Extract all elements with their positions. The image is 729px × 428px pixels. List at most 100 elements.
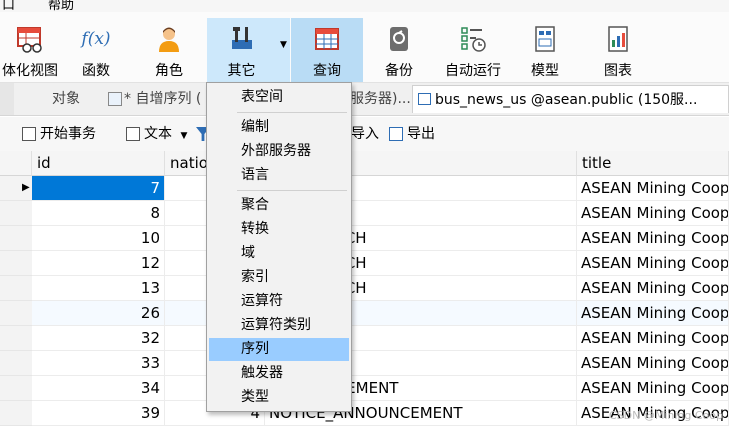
cell-title[interactable]: ASEAN Mining Coop — [577, 326, 729, 351]
row-selector[interactable]: ▶ — [0, 176, 32, 201]
menu-item[interactable]: 运算符类别 — [209, 314, 349, 337]
action-bar: 开始事务 文本 ▼ 导入 导出 — [0, 117, 729, 151]
begin-transaction-label: 开始事务 — [40, 126, 96, 142]
data-grid: id nation title ▶7WSASEAN Mining Coop8WS… — [0, 151, 729, 428]
table-icon — [418, 93, 431, 105]
toolbar-model-button[interactable]: 模型 — [517, 18, 573, 82]
chart-icon — [608, 26, 628, 52]
table-row[interactable]: 8WSASEAN Mining Coop — [0, 201, 729, 226]
menu-item[interactable]: 运算符 — [209, 290, 349, 313]
table-row[interactable]: 13E_RESEARCHASEAN Mining Coop — [0, 276, 729, 301]
document-icon — [126, 127, 140, 141]
tools-icon — [231, 27, 252, 49]
table-row[interactable]: 32WSASEAN Mining Coop — [0, 326, 729, 351]
menu-item[interactable]: 索引 — [209, 266, 349, 289]
tab-sequence[interactable]: * 自增序列 ( — [106, 85, 206, 113]
menu-item[interactable]: 聚合 — [209, 194, 349, 217]
toolbar-label: 体化视图 — [2, 63, 58, 79]
menu-item-help[interactable]: 帮助 — [48, 0, 74, 12]
row-selector[interactable] — [0, 226, 32, 251]
tab-scroll-handle[interactable] — [0, 83, 14, 115]
toolbar-label: 模型 — [531, 63, 559, 79]
tab-objects[interactable]: 对象 — [30, 85, 102, 113]
toolbar-query-button[interactable]: 查询 — [291, 18, 363, 82]
menu-item[interactable]: 序列 — [209, 338, 349, 361]
toolbar-label: 其它 — [227, 63, 256, 79]
cell-title[interactable]: ASEAN Mining Coop — [577, 251, 729, 276]
cell-title[interactable]: ASEAN Mining Coop — [577, 176, 729, 201]
table-row[interactable]: 12E_RESEARCHASEAN Mining Coop — [0, 251, 729, 276]
menu-item[interactable]: 转换 — [209, 218, 349, 241]
toolbar-label: 图表 — [604, 63, 632, 79]
row-selector[interactable] — [0, 301, 32, 326]
cell-id[interactable]: 12 — [32, 251, 165, 276]
transaction-icon — [22, 127, 36, 141]
menu-item-window[interactable]: 口 — [2, 0, 15, 12]
main-toolbar: 体化视图 f(x) 函数 角色 ▼ 其它 查询 备份 自动运行 模型 图表 — [0, 12, 729, 83]
model-icon — [535, 26, 555, 52]
chevron-down-icon: ▼ — [280, 40, 287, 50]
tab-table-label: bus_news_us @asean.public (150服... — [435, 92, 698, 108]
toolbar-materialized-view-button[interactable]: 体化视图 — [0, 18, 60, 82]
cell-id[interactable]: 26 — [32, 301, 165, 326]
cell-title[interactable]: ASEAN Mining Coop — [577, 276, 729, 301]
menu-item[interactable]: 外部服务器 — [209, 140, 349, 163]
menu-item[interactable]: 域 — [209, 242, 349, 265]
backup-icon — [390, 27, 408, 51]
table-row[interactable]: 34ANNOUNCEMENTASEAN Mining Coop — [0, 376, 729, 401]
row-selector[interactable] — [0, 401, 32, 426]
chevron-down-icon: ▼ — [180, 131, 188, 141]
cell-id[interactable]: 32 — [32, 326, 165, 351]
toolbar-automation-button[interactable]: 自动运行 — [437, 18, 509, 82]
cell-id[interactable]: 13 — [32, 276, 165, 301]
toolbar-backup-button[interactable]: 备份 — [370, 18, 428, 82]
import-button[interactable]: 导入 — [351, 117, 379, 151]
cell-id[interactable]: 7 — [32, 176, 165, 201]
export-icon — [389, 127, 403, 141]
current-row-arrow-icon: ▶ — [22, 182, 30, 193]
table-row[interactable]: 26WSASEAN Mining Coop — [0, 301, 729, 326]
column-header-id[interactable]: id — [32, 151, 165, 176]
toolbar-other-button[interactable]: ▼ 其它 — [207, 18, 290, 82]
menu-item[interactable]: 类型 — [209, 386, 349, 409]
menu-item[interactable]: 表空间 — [209, 86, 349, 109]
function-icon: f(x) — [81, 29, 111, 49]
tab-server[interactable]: 服务器)... — [350, 85, 410, 113]
toolbar-label: 自动运行 — [445, 63, 501, 79]
column-header-title[interactable]: title — [577, 151, 729, 176]
menu-separator — [237, 112, 347, 113]
row-selector[interactable] — [0, 326, 32, 351]
row-selector[interactable] — [0, 351, 32, 376]
cell-title[interactable]: ASEAN Mining Coop — [577, 301, 729, 326]
menu-item[interactable]: 编制 — [209, 116, 349, 139]
toolbar-label: 查询 — [313, 63, 341, 79]
cell-id[interactable]: 8 — [32, 201, 165, 226]
menu-item[interactable]: 触发器 — [209, 362, 349, 385]
cell-title[interactable]: ASEAN Mining Coop — [577, 351, 729, 376]
toolbar-function-button[interactable]: f(x) 函数 — [66, 18, 126, 82]
toolbar-chart-button[interactable]: 图表 — [590, 18, 646, 82]
toolbar-role-button[interactable]: 角色 — [140, 18, 198, 82]
tab-table-bus-news[interactable]: bus_news_us @asean.public (150服... — [412, 85, 729, 113]
cell-title[interactable]: ASEAN Mining Coop — [577, 226, 729, 251]
cell-title[interactable]: ASEAN Mining Coop — [577, 376, 729, 401]
row-selector[interactable] — [0, 201, 32, 226]
cell-title[interactable]: ASEAN Mining Coop — [577, 201, 729, 226]
cell-id[interactable]: 33 — [32, 351, 165, 376]
cell-id[interactable]: 34 — [32, 376, 165, 401]
row-selector[interactable] — [0, 276, 32, 301]
menu-item[interactable]: 语言 — [209, 164, 349, 187]
cell-id[interactable]: 10 — [32, 226, 165, 251]
table-row[interactable]: 10E_RESEARCHASEAN Mining Coop — [0, 226, 729, 251]
table-row[interactable]: ▶7WSASEAN Mining Coop — [0, 176, 729, 201]
toolbar-label: 函数 — [82, 63, 110, 79]
row-selector[interactable] — [0, 251, 32, 276]
tab-bar: 对象 * 自增序列 ( 服务器)... bus_news_us @asean.p… — [0, 83, 729, 116]
row-selector[interactable] — [0, 376, 32, 401]
export-button[interactable]: 导出 — [389, 117, 435, 151]
cell-id[interactable]: 39 — [32, 401, 165, 426]
text-view-button[interactable]: 文本 ▼ — [126, 117, 187, 151]
begin-transaction-button[interactable]: 开始事务 — [22, 117, 96, 151]
user-role-icon — [159, 27, 179, 52]
table-row[interactable]: 33WSASEAN Mining Coop — [0, 351, 729, 376]
